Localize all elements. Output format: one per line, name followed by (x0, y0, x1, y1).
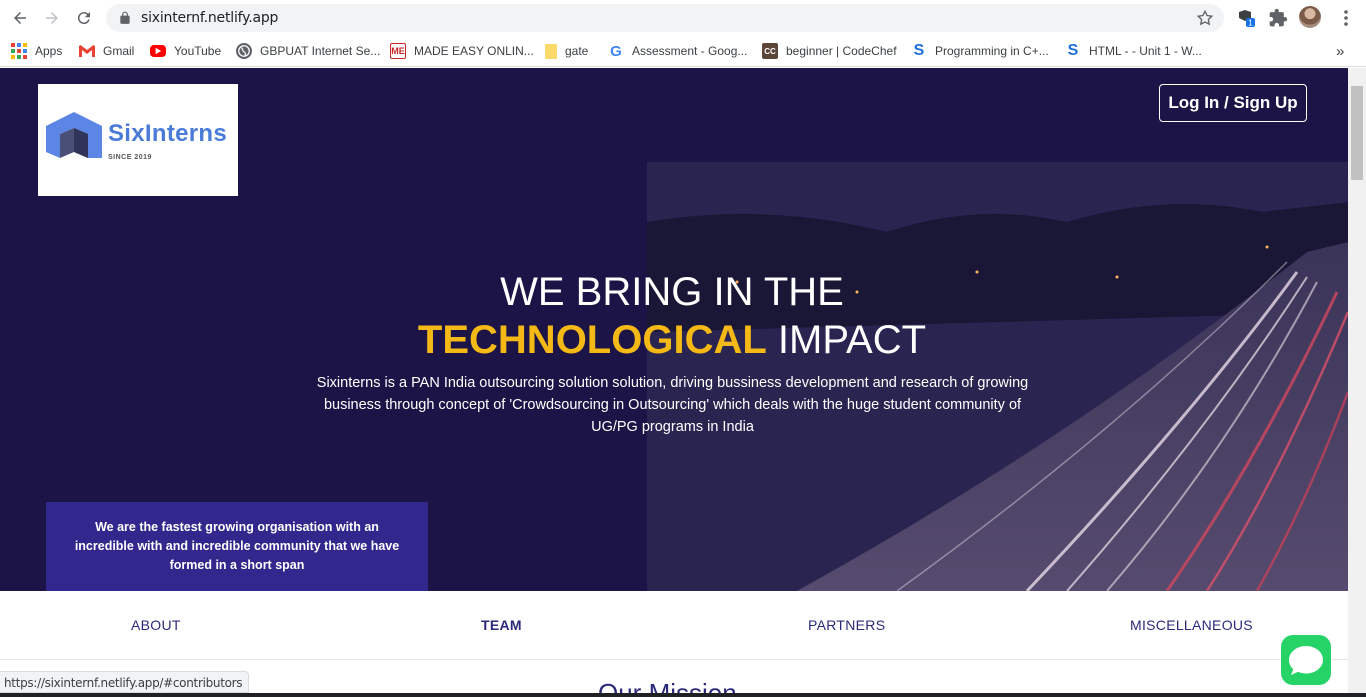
address-bar[interactable]: sixinternf.netlify.app (106, 4, 1224, 32)
svg-text:1: 1 (1248, 19, 1253, 28)
globe-icon (236, 43, 252, 59)
headline-line2: TECHNOLOGICAL IMPACT (372, 316, 972, 364)
browser-menu-icon[interactable] (1336, 8, 1356, 28)
page-scrollbar[interactable] (1348, 68, 1366, 697)
link-status-bar: https://sixinternf.netlify.app/#contribu… (0, 671, 250, 693)
chat-button[interactable] (1281, 635, 1331, 685)
bookmark-assessment[interactable]: G Assessment - Goog... (608, 41, 747, 61)
back-button[interactable] (4, 2, 36, 34)
headline-accent: TECHNOLOGICAL (417, 318, 767, 362)
bookmark-gbpuat[interactable]: GBPUAT Internet Se... (236, 41, 380, 61)
bookmark-label: Programming in C+... (935, 44, 1049, 58)
scrollbar-thumb[interactable] (1351, 86, 1363, 180)
google-icon: G (610, 42, 622, 60)
nav-partners[interactable]: PARTNERS (808, 617, 885, 633)
bookmark-gate[interactable]: gate (545, 41, 588, 61)
codechef-icon: CC (762, 43, 778, 59)
madeeasy-icon: ME (390, 43, 406, 59)
bookmark-label: Gmail (103, 44, 135, 58)
logo-mark-icon (46, 112, 102, 158)
bookmark-label: GBPUAT Internet Se... (260, 44, 381, 58)
apps-grid-icon (11, 43, 27, 59)
section-nav: ABOUT TEAM PARTNERS MISCELLANEOUS (0, 591, 1348, 660)
bookmark-label: Assessment - Goog... (632, 44, 748, 58)
taskbar-edge (0, 693, 1366, 697)
sixinterns-logo[interactable]: SixInterns SINCE 2019 (38, 84, 238, 196)
bookmark-label: gate (565, 44, 589, 58)
extension-badge-icon[interactable]: 1 (1236, 8, 1256, 28)
reload-button[interactable] (68, 2, 100, 34)
youtube-icon (150, 45, 166, 57)
login-signup-button[interactable]: Log In / Sign Up (1159, 84, 1307, 122)
bookmark-label: MADE EASY ONLIN... (414, 44, 534, 58)
bookmark-youtube[interactable]: YouTube (150, 41, 221, 61)
hero-description: Sixinterns is a PAN India outsourcing so… (316, 375, 1029, 435)
bookmark-programming[interactable]: S Programming in C+... (911, 41, 1049, 61)
forward-button[interactable] (36, 2, 68, 34)
logo-name: SixInterns (108, 120, 228, 147)
bookmark-label: YouTube (174, 44, 222, 58)
hero-headline: WE BRING IN THE TECHNOLOGICAL IMPACT (372, 268, 972, 364)
headline-rest: IMPACT (766, 318, 927, 362)
bookmark-label: beginner | CodeChef (786, 44, 897, 58)
chat-bubble-icon (1289, 646, 1323, 675)
bookmark-gmail[interactable]: Gmail (79, 41, 134, 61)
url-text: sixinternf.netlify.app (141, 10, 279, 26)
more-bookmarks-button[interactable]: » (1336, 41, 1344, 61)
page-viewport: SixInterns SINCE 2019 Log In / Sign Up W… (0, 68, 1348, 697)
bookmark-label: HTML - - Unit 1 - W... (1089, 44, 1202, 58)
forward-arrow-icon (46, 12, 58, 24)
profile-avatar[interactable] (1299, 6, 1321, 28)
more-bookmarks-label: » (1336, 42, 1345, 60)
s-icon: S (1067, 42, 1079, 59)
nav-about[interactable]: ABOUT (131, 617, 181, 633)
reload-icon (77, 12, 90, 25)
folder-icon (545, 43, 557, 59)
headline-line1: WE BRING IN THE (500, 270, 844, 314)
bookmarks-bar: Apps Gmail YouTube GBPUAT Internet Se...… (0, 36, 1366, 67)
bookmark-label: Apps (35, 44, 63, 58)
bookmark-apps[interactable]: Apps (11, 41, 62, 61)
lock-icon (120, 11, 130, 24)
back-arrow-icon (14, 12, 26, 24)
gmail-icon (79, 43, 95, 59)
hero-card: We are the fastest growing organisation … (46, 502, 428, 591)
bookmark-html[interactable]: S HTML - - Unit 1 - W... (1065, 41, 1202, 61)
nav-team[interactable]: TEAM (481, 617, 522, 633)
hero-section: SixInterns SINCE 2019 Log In / Sign Up W… (0, 68, 1348, 591)
browser-toolbar: sixinternf.netlify.app 1 (0, 0, 1366, 36)
bookmark-star-icon[interactable] (1196, 9, 1214, 27)
bookmark-madeeasy[interactable]: ME MADE EASY ONLIN... (390, 41, 534, 61)
extensions-puzzle-icon[interactable] (1268, 8, 1288, 28)
s-icon: S (913, 42, 925, 59)
logo-since: SINCE 2019 (108, 154, 152, 161)
bookmark-codechef[interactable]: CC beginner | CodeChef (762, 41, 897, 61)
nav-miscellaneous[interactable]: MISCELLANEOUS (1130, 617, 1253, 633)
